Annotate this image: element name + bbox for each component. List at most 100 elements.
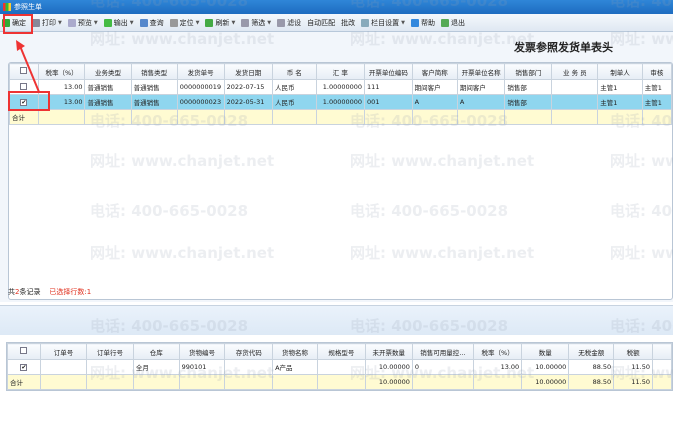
table-row[interactable]: ✔ 13.00 普通销售 普通销售 0000000023 2022-05-31 人民币 1.0… bbox=[9, 94, 672, 110]
column-header[interactable]: 存货代码 bbox=[224, 343, 274, 360]
sum-cell: 10.00000 bbox=[364, 374, 413, 390]
toolbar-button-6[interactable]: 刷新 ▼ bbox=[205, 18, 235, 28]
table-cell: 普通销售 bbox=[130, 79, 178, 95]
toolbar-button-0[interactable]: 确定 bbox=[2, 18, 26, 28]
column-settings-icon bbox=[361, 18, 370, 27]
toolbar-button-8[interactable]: 滤设 bbox=[277, 18, 301, 28]
table-cell: 111 bbox=[364, 79, 413, 95]
splitter-bar[interactable] bbox=[0, 305, 673, 335]
table-cell: 0 bbox=[411, 359, 475, 375]
table-cell: 88.50 bbox=[568, 359, 615, 375]
column-header[interactable]: 销售类型 bbox=[130, 63, 178, 80]
sum-cell: 88.50 bbox=[568, 374, 615, 390]
toolbar-button-1[interactable]: 打印 ▼ bbox=[32, 18, 62, 28]
sum-cell bbox=[504, 109, 553, 125]
title-bar: 参照生单 bbox=[0, 0, 673, 14]
column-header[interactable]: 发货单号 bbox=[176, 63, 225, 80]
toolbar-button-7[interactable]: 筛选 ▼ bbox=[241, 18, 271, 28]
sum-cell bbox=[597, 109, 643, 125]
sum-cell bbox=[551, 109, 599, 125]
column-header[interactable]: 税额 bbox=[613, 343, 653, 360]
table-cell: 全月 bbox=[132, 359, 180, 375]
sum-cell bbox=[411, 109, 458, 125]
sum-cell: 10.00000 bbox=[521, 374, 570, 390]
table-cell: 11.50 bbox=[613, 359, 653, 375]
toolbar-button-12[interactable]: 帮助 bbox=[411, 18, 435, 28]
column-header[interactable]: 销售部门 bbox=[504, 63, 553, 80]
chevron-down-icon[interactable]: ▼ bbox=[196, 20, 200, 26]
column-header[interactable]: 业 务 员 bbox=[551, 63, 599, 80]
column-header[interactable]: 货物名称 bbox=[272, 343, 318, 360]
selected-count: 已选择行数:1 bbox=[49, 288, 92, 296]
table-cell: 0000000023 bbox=[176, 94, 225, 110]
column-header[interactable]: 税率（%） bbox=[37, 63, 86, 80]
toolbar-label: 刷新 bbox=[215, 18, 230, 27]
select-all-checkbox[interactable] bbox=[9, 63, 39, 80]
table-cell: 普通销售 bbox=[84, 79, 132, 95]
toolbar-label: 自动匹配 bbox=[307, 18, 336, 27]
column-header[interactable]: 发货日期 bbox=[223, 63, 273, 80]
chevron-down-icon[interactable]: ▼ bbox=[94, 20, 98, 26]
chevron-down-icon[interactable]: ▼ bbox=[58, 20, 62, 26]
table-cell: A bbox=[411, 94, 458, 110]
chevron-down-icon[interactable]: ▼ bbox=[267, 20, 271, 26]
column-header[interactable]: 销售可用量控… bbox=[411, 343, 475, 360]
chevron-down-icon[interactable]: ▼ bbox=[401, 20, 405, 26]
column-header[interactable]: 订单号 bbox=[39, 343, 88, 360]
toolbar-button-9[interactable]: 自动匹配 bbox=[307, 18, 335, 28]
sum-cell bbox=[84, 109, 132, 125]
chevron-down-icon[interactable]: ▼ bbox=[231, 20, 235, 26]
column-header[interactable]: 货物编号 bbox=[178, 343, 226, 360]
column-header[interactable] bbox=[651, 343, 673, 360]
toolbar-button-3[interactable]: 输出 ▼ bbox=[103, 18, 134, 28]
detail-grid[interactable]: 订单号 订单行号 仓库 货物编号 存货代码 货物名称 规格型号 未开票数量 销售可用量控… 税率（… bbox=[6, 342, 673, 391]
column-header[interactable]: 数量 bbox=[521, 343, 570, 360]
toolbar-button-10[interactable]: 批改 bbox=[341, 18, 355, 28]
footer-suffix: 条记录 bbox=[19, 288, 41, 296]
toolbar-button-5[interactable]: 定位 ▼ bbox=[169, 18, 200, 28]
column-header[interactable]: 税率（%） bbox=[473, 343, 523, 360]
column-header[interactable]: 订单行号 bbox=[86, 343, 134, 360]
toolbar-label: 预览 bbox=[77, 18, 92, 27]
chevron-down-icon[interactable]: ▼ bbox=[130, 20, 134, 26]
toolbar-label: 打印 bbox=[42, 18, 56, 27]
table-cell: 13.00 bbox=[37, 94, 86, 110]
column-header[interactable]: 制单人 bbox=[597, 63, 643, 80]
column-header[interactable]: 汇 率 bbox=[315, 63, 366, 80]
column-header[interactable]: 客户简称 bbox=[411, 63, 458, 80]
confirm-icon bbox=[2, 18, 10, 27]
window-title: 参照生单 bbox=[14, 3, 42, 11]
sum-cell bbox=[651, 374, 673, 390]
toolbar-button-13[interactable]: 退出 bbox=[441, 18, 465, 28]
sum-cell bbox=[272, 374, 318, 390]
column-header[interactable]: 规格型号 bbox=[317, 343, 366, 360]
toolbar-button-11[interactable]: 栏目设置 ▼ bbox=[361, 18, 405, 28]
toolbar-button-4[interactable]: 查询 bbox=[139, 18, 164, 28]
column-header[interactable]: 开票单位编码 bbox=[364, 63, 413, 80]
toolbar-label: 输出 bbox=[113, 18, 128, 27]
row-checkbox[interactable] bbox=[20, 82, 28, 90]
header-grid[interactable]: 税率（%） 业务类型 销售类型 发货单号 发货日期币 名汇 率开票单位编码 客户简称 开票单… bbox=[8, 62, 673, 300]
select-all-checkbox[interactable] bbox=[7, 343, 41, 360]
toolbar-button-2[interactable]: 预览 ▼ bbox=[67, 18, 98, 28]
column-header[interactable]: 审核 bbox=[641, 63, 672, 80]
table-cell: 期间客户 bbox=[456, 79, 506, 95]
column-header[interactable]: 无税金额 bbox=[568, 343, 615, 360]
column-header[interactable]: 仓库 bbox=[132, 343, 180, 360]
column-header[interactable]: 币 名 bbox=[271, 63, 317, 80]
row-checkbox[interactable] bbox=[20, 67, 28, 74]
column-header[interactable]: 开票单位名称 bbox=[456, 63, 506, 80]
row-checkbox[interactable] bbox=[20, 347, 28, 354]
table-row[interactable]: 13.00 普通销售 普通销售 0000000019 2022-07-15 人民币 1.00… bbox=[9, 79, 672, 95]
column-header[interactable]: 业务类型 bbox=[84, 63, 132, 80]
row-checkbox[interactable]: ✔ bbox=[20, 364, 28, 371]
sum-cell bbox=[315, 109, 366, 125]
sum-label: 合计 bbox=[9, 109, 39, 125]
table-cell bbox=[551, 79, 599, 95]
table-cell: 13.00 bbox=[37, 79, 86, 95]
upper-panel: 发票参照发货单表头 税率（%） 业务类型 销售类型 发货单号 发货日期币 名汇 率开票单… bbox=[0, 32, 673, 302]
table-row[interactable]: ✔ 全月 990101 A产品 10.00000 0 13.00 10.00000 88.50 1… bbox=[7, 359, 673, 375]
column-header[interactable]: 未开票数量 bbox=[364, 343, 413, 360]
filter-settings-icon bbox=[277, 18, 286, 27]
row-checkbox[interactable]: ✔ bbox=[20, 99, 28, 106]
